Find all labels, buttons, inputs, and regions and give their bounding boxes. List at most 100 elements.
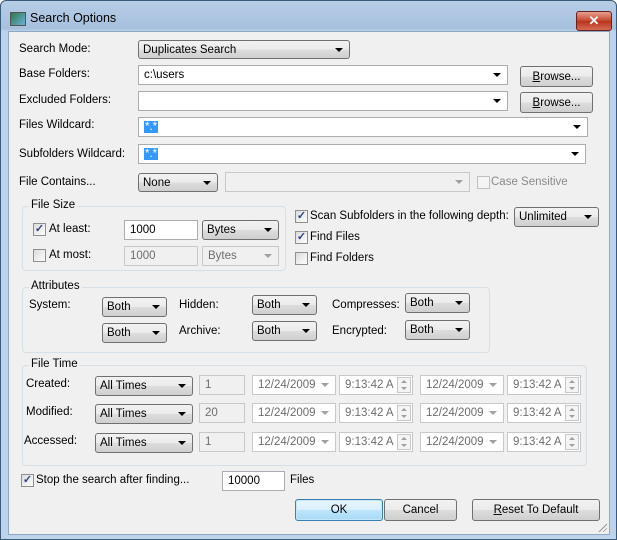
window-title: Search Options	[30, 11, 117, 25]
subfolders-wildcard-combo[interactable]: *.*	[138, 144, 586, 164]
accessed-time-from-value: 9:13:42 A	[345, 436, 394, 448]
subfolders-wildcard-value: *.*	[144, 148, 159, 160]
modified-mode-dropdown[interactable]: All Times	[95, 404, 193, 424]
chevron-down-icon[interactable]	[573, 125, 581, 129]
created-time-from[interactable]: 9:13:42 A	[339, 375, 413, 395]
created-mode-dropdown[interactable]: All Times	[95, 376, 193, 396]
created-mode-value: All Times	[100, 380, 147, 392]
stop-search-count-input[interactable]: 10000	[222, 471, 285, 491]
chevron-down-icon	[302, 329, 310, 333]
accessed-count-input[interactable]: 1	[199, 432, 245, 452]
ok-button[interactable]: OK	[295, 499, 383, 521]
modified-label: Modified:	[26, 406, 73, 418]
created-date-to[interactable]: 12/24/2009	[420, 375, 504, 395]
cancel-button[interactable]: Cancel	[384, 499, 457, 521]
at-least-value-input[interactable]: 1000	[124, 220, 198, 240]
accessed-date-to[interactable]: 12/24/2009	[420, 432, 504, 452]
files-wildcard-combo[interactable]: *.*	[138, 117, 588, 137]
find-folders-checkbox[interactable]	[295, 252, 308, 265]
chevron-down-icon	[335, 48, 343, 52]
stop-search-checkbox[interactable]: ✓	[21, 474, 34, 487]
created-time-to[interactable]: 9:13:42 A	[507, 375, 581, 395]
archive-label: Archive:	[179, 325, 221, 337]
chevron-down-icon	[321, 383, 329, 387]
compresses-dropdown[interactable]: Both	[405, 293, 470, 313]
scan-subfolders-checkbox[interactable]: ✓	[295, 210, 308, 223]
accessed-date-from[interactable]: 12/24/2009	[252, 432, 336, 452]
system-dropdown[interactable]: Both	[102, 297, 167, 317]
scan-depth-dropdown[interactable]: Unlimited	[514, 207, 599, 227]
created-count-input[interactable]: 1	[199, 375, 245, 395]
search-mode-dropdown[interactable]: Duplicates Search	[138, 40, 350, 59]
archive-value: Both	[257, 325, 281, 337]
title-bar[interactable]: Search Options ✕	[1, 1, 616, 33]
chevron-down-icon[interactable]	[493, 73, 501, 77]
modified-time-from-value: 9:13:42 A	[345, 407, 394, 419]
search-mode-label: Search Mode:	[19, 43, 91, 55]
created-date-from[interactable]: 12/24/2009	[252, 375, 336, 395]
reset-to-default-button[interactable]: Reset To Default	[472, 499, 600, 521]
file-size-legend: File Size	[29, 199, 78, 211]
chevron-down-icon[interactable]	[571, 152, 579, 156]
chevron-down-icon	[455, 328, 463, 332]
encrypted-dropdown[interactable]: Both	[405, 320, 470, 340]
file-contains-mode-dropdown[interactable]: None	[138, 173, 218, 192]
accessed-date-from-value: 12/24/2009	[258, 436, 316, 448]
at-least-checkbox[interactable]: ✓	[33, 223, 46, 236]
case-sensitive-checkbox[interactable]	[477, 176, 490, 189]
stop-search-unit-label: Files	[290, 474, 315, 486]
at-least-label: At least:	[49, 223, 91, 235]
encrypted-value: Both	[410, 324, 434, 336]
find-files-checkbox[interactable]: ✓	[295, 231, 308, 244]
file-contains-text-combo[interactable]	[225, 172, 470, 192]
chevron-down-icon	[584, 215, 592, 219]
chevron-down-icon	[178, 412, 186, 416]
app-icon	[10, 12, 26, 26]
at-most-value-input[interactable]: 1000	[124, 246, 198, 266]
close-button[interactable]: ✕	[576, 11, 612, 31]
created-date-to-value: 12/24/2009	[426, 379, 484, 391]
files-wildcard-value: *.*	[144, 121, 159, 133]
modified-date-to[interactable]: 12/24/2009	[420, 403, 504, 423]
spinner-icon[interactable]	[397, 377, 411, 393]
find-files-label: Find Files	[310, 231, 360, 243]
at-most-unit-dropdown[interactable]: Bytes	[202, 246, 279, 266]
spinner-icon[interactable]	[397, 434, 411, 450]
at-most-unit-value: Bytes	[208, 250, 237, 262]
accessed-time-from[interactable]: 9:13:42 A	[339, 432, 413, 452]
subfolders-wildcard-label: Subfolders Wildcard:	[19, 148, 126, 160]
encrypted-label: Encrypted:	[332, 325, 387, 337]
accessed-mode-dropdown[interactable]: All Times	[95, 433, 193, 453]
search-options-dialog: Search Options ✕ Search Mode: Duplicates…	[0, 0, 617, 540]
base-folders-combo[interactable]: c:\users	[138, 65, 508, 85]
excluded-folders-combo[interactable]	[138, 91, 508, 111]
browse-excluded-folders-button[interactable]: Browse...	[520, 92, 593, 113]
resize-grip-icon[interactable]	[597, 522, 607, 532]
browse-base-folders-button[interactable]: Browse...	[520, 66, 593, 87]
chevron-down-icon[interactable]	[493, 99, 501, 103]
chevron-down-icon	[152, 331, 160, 335]
accessed-time-to[interactable]: 9:13:42 A	[507, 432, 581, 452]
modified-time-from[interactable]: 9:13:42 A	[339, 403, 413, 423]
modified-count-input[interactable]: 20	[199, 403, 245, 423]
spinner-icon[interactable]	[565, 405, 579, 421]
files-wildcard-label: Files Wildcard:	[19, 119, 95, 131]
at-least-value: 1000	[130, 224, 156, 236]
created-count-value: 1	[205, 379, 212, 391]
spinner-icon[interactable]	[565, 434, 579, 450]
chevron-down-icon	[152, 305, 160, 309]
at-most-checkbox[interactable]	[33, 249, 46, 262]
created-label: Created:	[26, 378, 71, 390]
stop-search-count-value: 10000	[228, 475, 260, 487]
modified-time-to[interactable]: 9:13:42 A	[507, 403, 581, 423]
at-least-unit-dropdown[interactable]: Bytes	[202, 220, 279, 240]
stop-search-label: Stop the search after finding...	[36, 474, 190, 486]
system-second-dropdown[interactable]: Both	[102, 323, 167, 343]
spinner-icon[interactable]	[565, 377, 579, 393]
hidden-dropdown[interactable]: Both	[252, 295, 317, 315]
chevron-down-icon	[489, 411, 497, 415]
modified-date-from[interactable]: 12/24/2009	[252, 403, 336, 423]
archive-dropdown[interactable]: Both	[252, 321, 317, 341]
chevron-down-icon	[321, 411, 329, 415]
spinner-icon[interactable]	[397, 405, 411, 421]
